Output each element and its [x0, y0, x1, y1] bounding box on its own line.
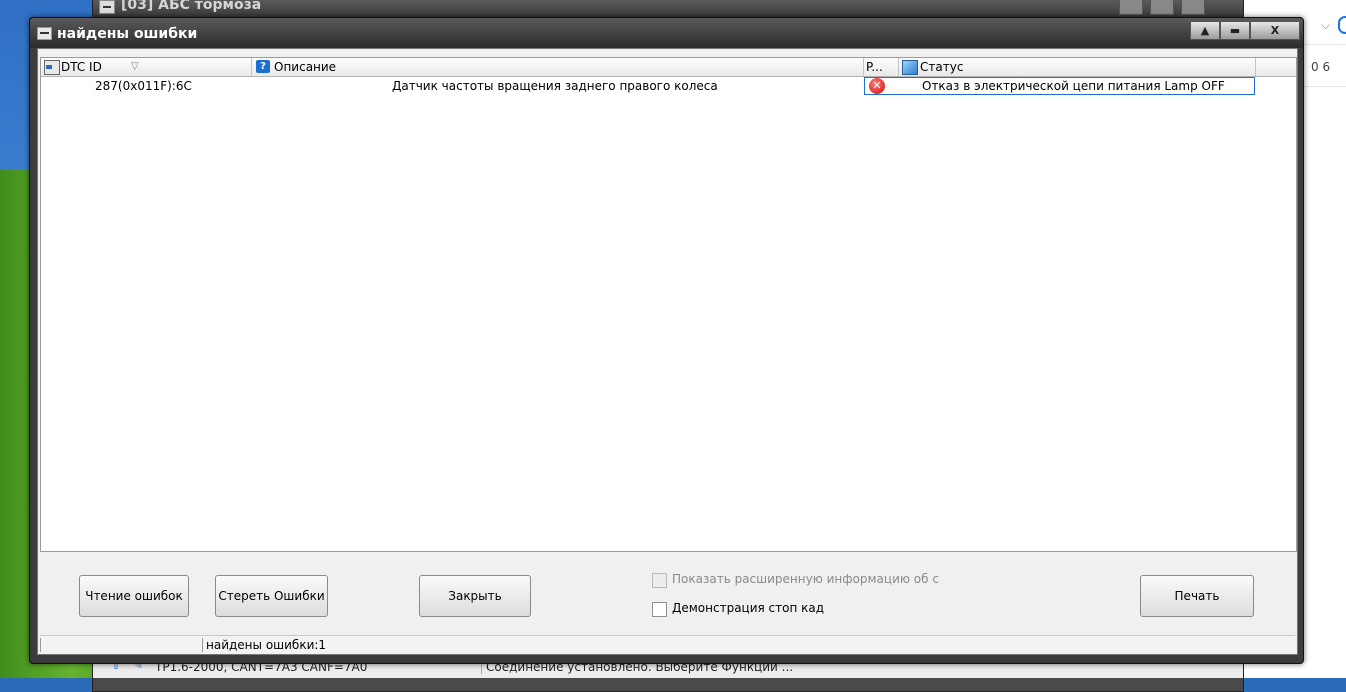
status-divider [40, 638, 41, 652]
dialog-title: найдены ошибки [57, 26, 198, 42]
print-button[interactable]: Печать [1140, 575, 1254, 617]
scroll-up-button[interactable]: ▲ [1190, 21, 1220, 40]
column-label: Описание [274, 60, 337, 74]
chevron-down-icon[interactable]: ⌵ [1321, 18, 1330, 33]
parent-minimize-button[interactable] [1119, 0, 1144, 15]
freeze-frame-label: Демонстрация стоп кад [672, 601, 825, 615]
errors-dialog: найдены ошибки ▲ ▬ X DTC ID ▽ ? Описание… [29, 17, 1304, 664]
dtc-icon [44, 60, 60, 75]
window-menu-icon[interactable] [37, 27, 52, 40]
column-header-status[interactable]: Статус [899, 58, 1256, 76]
minimize-button[interactable]: ▬ [1220, 21, 1250, 40]
cell-dtc-id: 287(0x011F):6C [95, 79, 192, 93]
dialog-statusbar: найдены ошибки:1 [40, 635, 1295, 654]
parent-window-title: [03] АБС тормоза [121, 0, 262, 13]
column-header-description[interactable]: ? Описание [252, 58, 864, 76]
dialog-client-area: DTC ID ▽ ? Описание P... Статус 287(0x01… [37, 48, 1298, 655]
status-icon [902, 60, 918, 75]
column-label: DTC ID [61, 60, 102, 74]
close-window-button[interactable]: X [1250, 21, 1300, 40]
dtc-grid[interactable]: DTC ID ▽ ? Описание P... Статус 287(0x01… [40, 57, 1297, 552]
column-label: P... [866, 60, 883, 74]
extended-info-checkbox[interactable] [652, 573, 667, 588]
status-divider [202, 638, 203, 652]
parent-maximize-button[interactable] [1150, 0, 1175, 15]
table-row[interactable]: 287(0x011F):6C Датчик частоты вращения з… [41, 77, 1296, 95]
window-menu-icon[interactable] [99, 0, 115, 14]
close-button[interactable]: Закрыть [419, 575, 531, 617]
dialog-titlebar[interactable]: найдены ошибки ▲ ▬ X [30, 18, 1303, 48]
freeze-frame-checkbox[interactable] [652, 602, 667, 617]
sort-icon[interactable]: ▽ [131, 58, 139, 76]
browser-refresh-icon[interactable] [1338, 16, 1346, 34]
error-icon: ✕ [869, 78, 885, 94]
extended-info-label: Показать расширенную информацию об с [672, 572, 939, 586]
cell-status-selected[interactable]: Отказ в электрической цепи питания Lamp … [864, 77, 1255, 95]
read-errors-button[interactable]: Чтение ошибок [79, 575, 189, 617]
right-app-text: 0 6 [1311, 60, 1331, 74]
erase-errors-button[interactable]: Стереть Ошибки [215, 575, 328, 617]
column-header-p[interactable]: P... [864, 58, 899, 76]
column-header-dtc-id[interactable]: DTC ID ▽ [41, 58, 252, 76]
cell-description: Датчик частоты вращения заднего правого … [392, 79, 718, 93]
parent-close-button[interactable] [1181, 0, 1205, 15]
help-icon: ? [256, 60, 270, 73]
column-label: Статус [920, 60, 964, 74]
parent-titlebar[interactable]: [03] АБС тормоза [93, 0, 1243, 17]
grid-header: DTC ID ▽ ? Описание P... Статус [41, 58, 1296, 77]
cell-status: Отказ в электрической цепи питания Lamp … [922, 79, 1225, 93]
status-text: найдены ошибки:1 [206, 638, 327, 652]
